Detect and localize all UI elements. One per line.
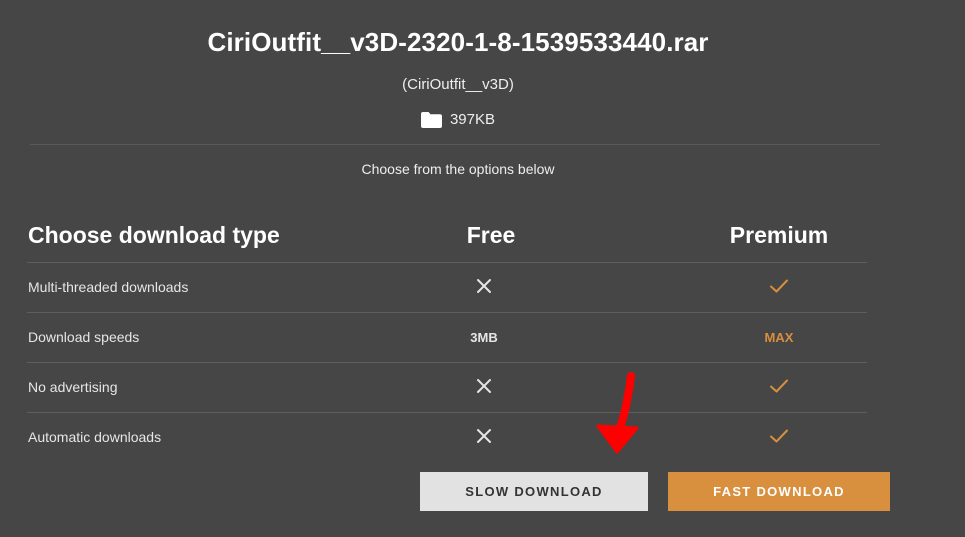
free-speed-value: 3MB: [470, 330, 498, 345]
folder-icon: [420, 111, 442, 128]
table-row: Automatic downloads: [27, 413, 867, 462]
free-cell: [434, 263, 534, 312]
file-size: 397KB: [449, 111, 496, 128]
fast-download-button[interactable]: FAST DOWNLOAD: [668, 472, 890, 511]
cross-icon: [476, 278, 492, 298]
divider: [30, 144, 880, 145]
header-download-type: Choose download type: [28, 222, 280, 248]
table-header: Choose download type Free Premium: [27, 210, 867, 263]
premium-cell: [729, 263, 829, 312]
premium-speed-value: MAX: [764, 330, 794, 345]
download-type-table: Choose download type Free Premium Multi-…: [27, 210, 867, 462]
file-title: CiriOutfit__v3D-2320-1-8-1539533440.rar: [207, 27, 709, 57]
red-arrow-icon: [590, 372, 642, 454]
free-cell: [434, 363, 534, 412]
premium-cell: MAX: [729, 313, 829, 362]
row-label: Multi-threaded downloads: [28, 279, 189, 295]
header-free: Free: [466, 222, 516, 248]
free-cell: 3MB: [434, 313, 534, 362]
table-row: Download speeds 3MB MAX: [27, 313, 867, 363]
cross-icon: [476, 428, 492, 448]
options-prompt: Choose from the options below: [361, 161, 555, 177]
header-premium: Premium: [729, 222, 829, 248]
cross-icon: [476, 378, 492, 398]
premium-cell: [729, 413, 829, 462]
table-row: Multi-threaded downloads: [27, 263, 867, 313]
free-cell: [434, 413, 534, 462]
table-row: No advertising: [27, 363, 867, 413]
row-label: No advertising: [28, 379, 118, 395]
check-icon: [769, 428, 789, 448]
check-icon: [769, 278, 789, 298]
slow-download-button[interactable]: SLOW DOWNLOAD: [420, 472, 648, 511]
row-label: Automatic downloads: [28, 429, 162, 445]
check-icon: [769, 378, 789, 398]
premium-cell: [729, 363, 829, 412]
file-subtitle: (CiriOutfit__v3D): [402, 76, 514, 93]
row-label: Download speeds: [28, 329, 140, 345]
file-size-row: 397KB: [0, 111, 916, 128]
